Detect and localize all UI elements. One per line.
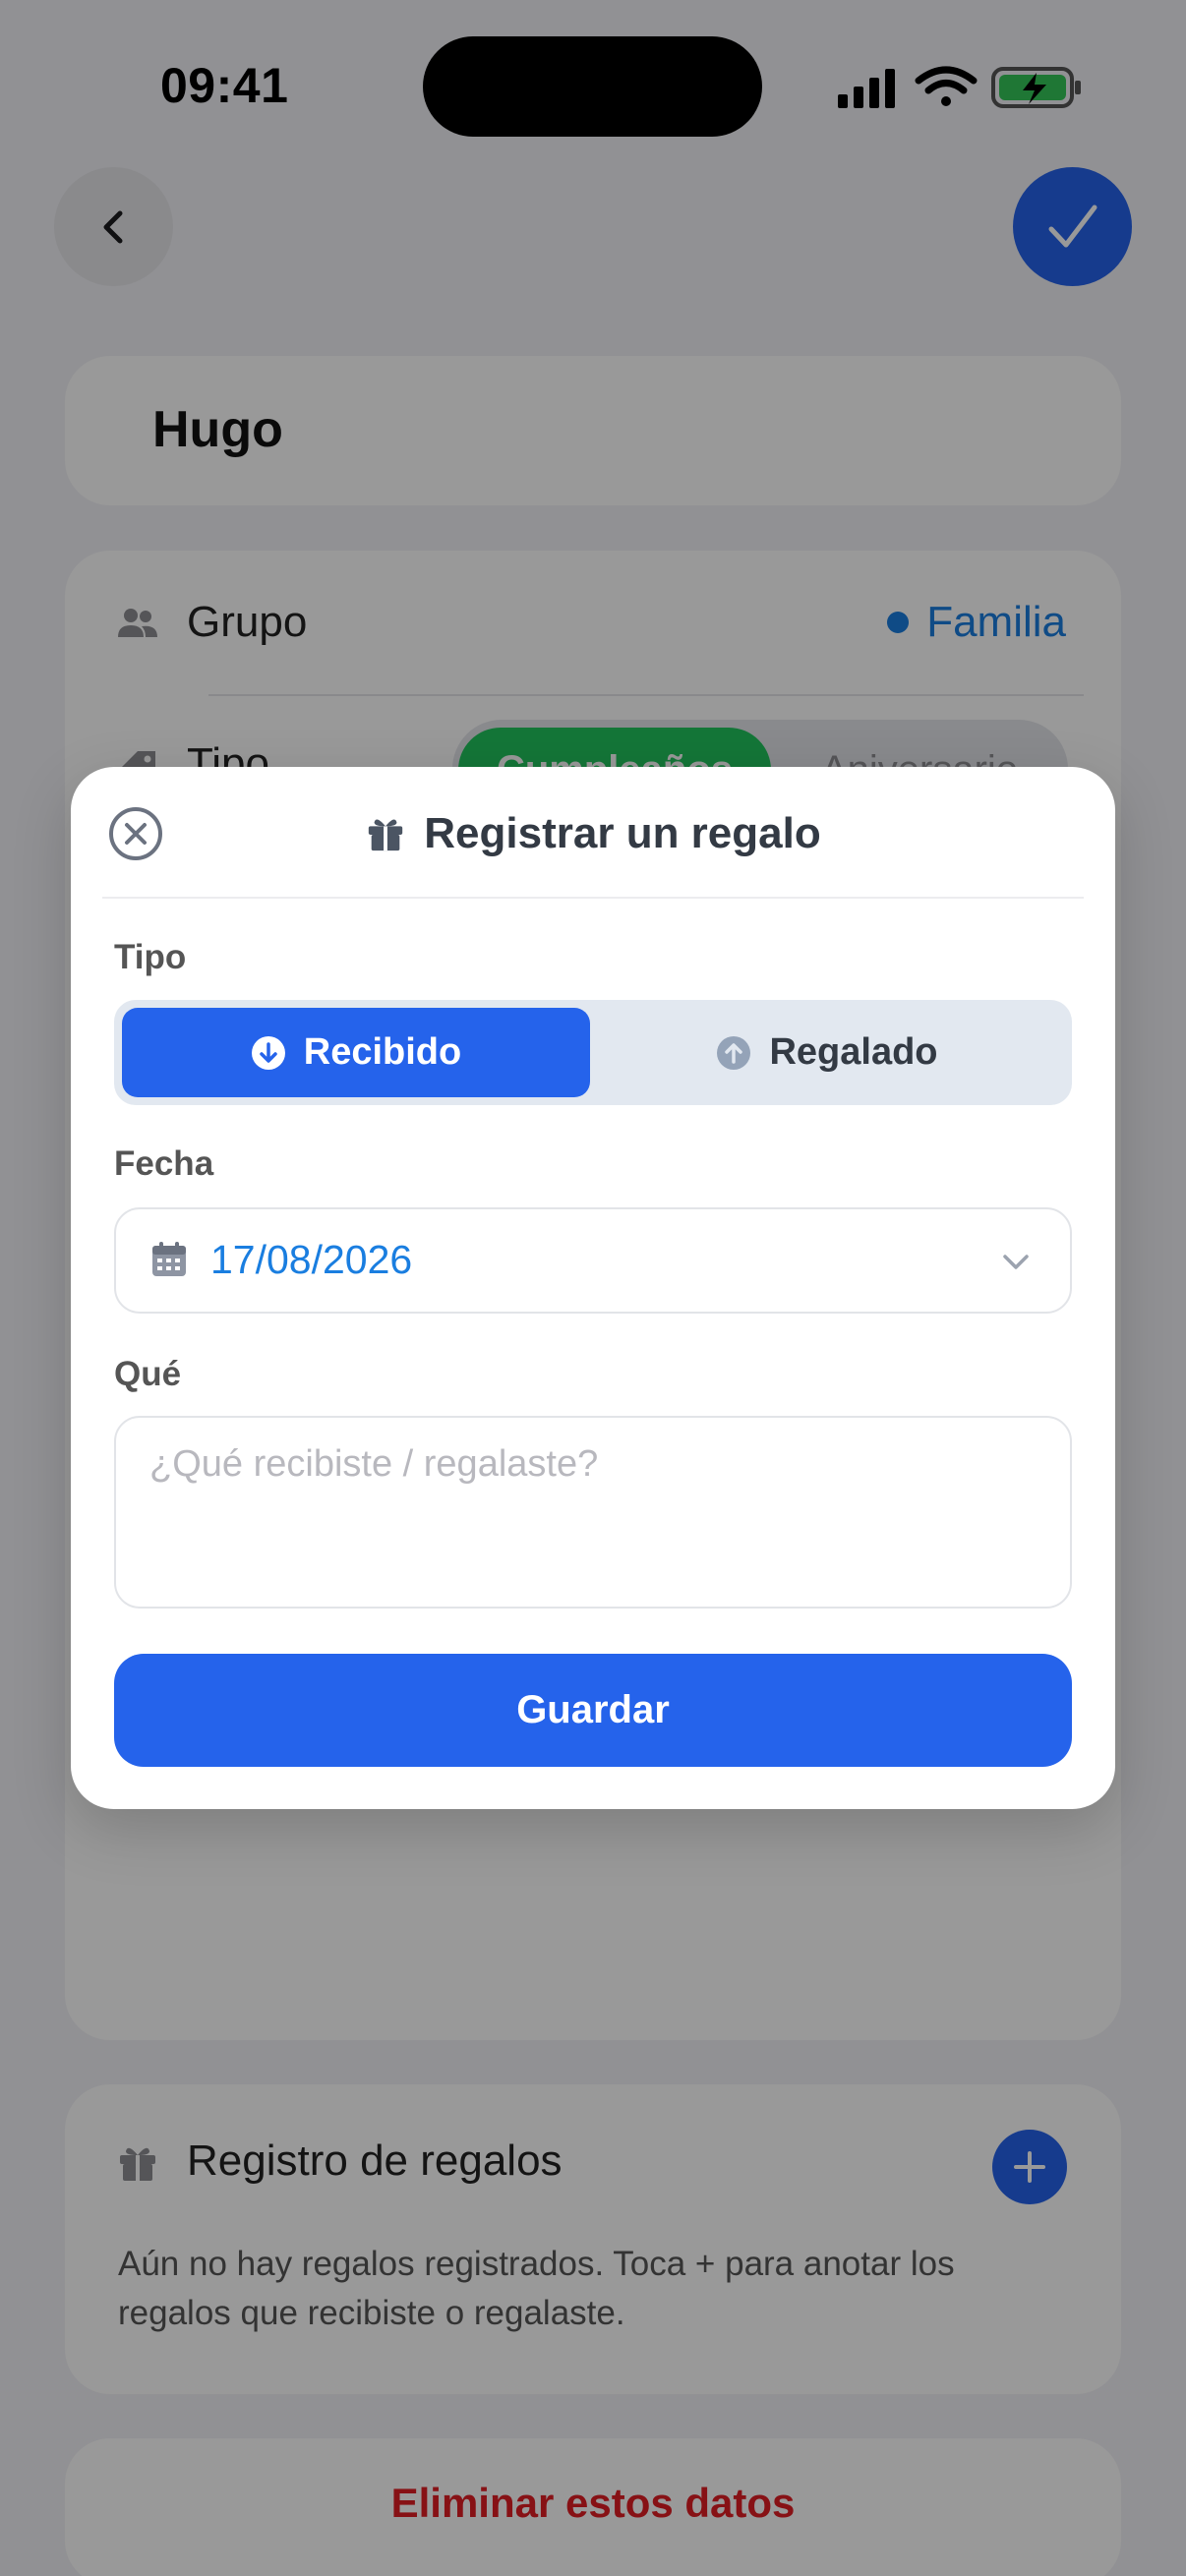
gift-date-label: Fecha xyxy=(114,1144,214,1183)
gift-type-received[interactable]: Recibido xyxy=(122,1008,590,1097)
modal-divider xyxy=(102,897,1084,899)
close-circle-icon[interactable] xyxy=(106,804,165,863)
calendar-icon xyxy=(152,1242,186,1276)
chevron-down-icon xyxy=(1003,1255,1029,1269)
gift-what-input[interactable] xyxy=(114,1416,1072,1609)
modal-header: Registrar un regalo xyxy=(71,804,1115,863)
save-button[interactable]: Guardar xyxy=(114,1654,1072,1767)
gift-type-given-label: Regalado xyxy=(769,1031,938,1073)
gift-icon xyxy=(369,819,403,851)
arrow-up-circle-icon xyxy=(717,1035,751,1070)
gift-type-given[interactable]: Regalado xyxy=(590,1008,1064,1097)
gift-date-value: 17/08/2026 xyxy=(210,1237,413,1282)
gift-what-label: Qué xyxy=(114,1355,182,1393)
gift-type-label: Tipo xyxy=(114,938,187,976)
arrow-down-circle-icon xyxy=(251,1035,285,1070)
modal-title: Registrar un regalo xyxy=(424,809,821,857)
gift-type-received-label: Recibido xyxy=(303,1031,462,1073)
